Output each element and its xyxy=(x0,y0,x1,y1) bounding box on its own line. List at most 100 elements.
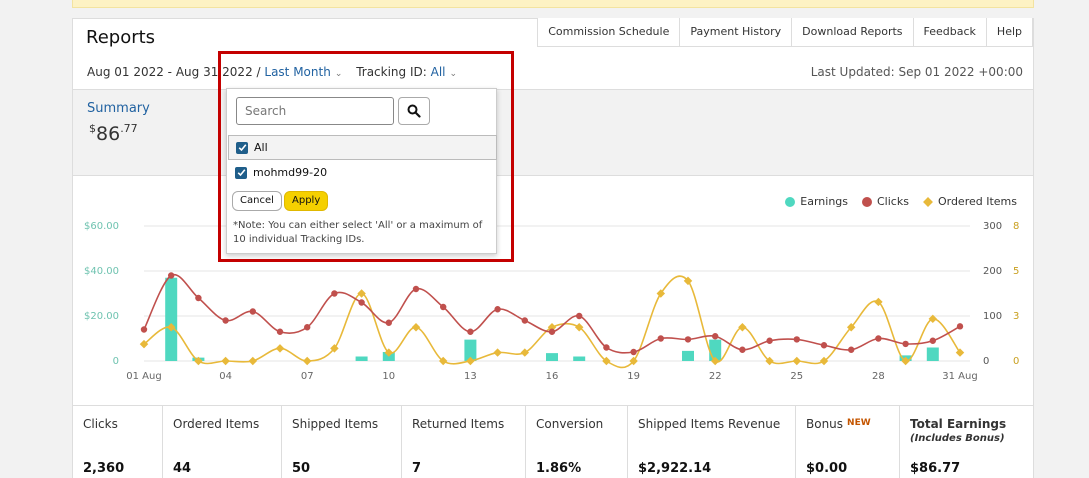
stat-shipped-items: Shipped Items 50 xyxy=(282,406,402,478)
y-tick-label-items: 5 xyxy=(1013,266,1019,277)
legend-clicks[interactable]: Clicks xyxy=(862,195,909,208)
x-tick-label: 28 xyxy=(872,371,885,382)
x-tick-label: 04 xyxy=(219,371,232,382)
y-tick-label-items: 0 xyxy=(1013,356,1019,367)
stats-row: Clicks 2,360 Ordered Items 44 Shipped Item… xyxy=(73,405,1033,478)
x-tick-label: 10 xyxy=(382,371,395,382)
stat-conversion: Conversion 1.86% xyxy=(526,406,628,478)
x-tick-label: 25 xyxy=(790,371,803,382)
clicks-point xyxy=(793,336,800,343)
clicks-point xyxy=(657,335,664,342)
earnings-bar xyxy=(926,347,939,361)
clicks-point xyxy=(929,337,936,344)
stat-label: Ordered Items xyxy=(173,417,260,431)
clicks-point xyxy=(412,285,420,293)
x-tick-label: 07 xyxy=(301,371,314,382)
clicks-point xyxy=(603,344,610,351)
stat-value: $0.00 xyxy=(806,461,848,476)
clicks-point xyxy=(358,299,365,306)
stat-label: Shipped Items xyxy=(292,417,379,431)
earnings-dot-icon xyxy=(785,196,796,207)
stat-returned-items: Returned Items 7 xyxy=(402,406,526,478)
clicks-point xyxy=(576,312,583,320)
clicks-point xyxy=(140,326,148,333)
notice-banner xyxy=(72,0,1034,8)
summary-amount: $86.77 xyxy=(89,122,138,145)
clicks-point xyxy=(956,323,964,330)
page-title: Reports xyxy=(86,27,156,48)
clicks-point xyxy=(385,319,392,326)
legend-earnings[interactable]: Earnings xyxy=(785,195,848,208)
ordered-items-point xyxy=(221,356,230,366)
clicks-point xyxy=(249,308,256,315)
stat-value: $2,922.14 xyxy=(638,461,712,476)
clicks-point xyxy=(440,303,447,311)
stat-total-earnings: Total Earnings (Includes Bonus) $86.77 xyxy=(900,406,1033,478)
x-tick-label: 13 xyxy=(464,371,477,382)
summary-link[interactable]: Summary xyxy=(87,101,150,116)
stat-label: Returned Items xyxy=(412,417,505,431)
summary-currency: $ xyxy=(89,122,96,135)
y-tick-label-earnings: $20.00 xyxy=(84,311,119,322)
legend-ordered-items[interactable]: Ordered Items xyxy=(923,195,1017,208)
clicks-point xyxy=(739,346,746,353)
stat-label: Clicks xyxy=(83,417,118,431)
stat-sub: (Includes Bonus) xyxy=(910,433,1005,444)
stat-shipped-revenue: Shipped Items Revenue $2,922.14 xyxy=(628,406,796,478)
summary-strip: Summary $86.77 xyxy=(73,89,1033,176)
chart-legend: Earnings Clicks Ordered Items xyxy=(785,195,1017,208)
tab-download-reports[interactable]: Download Reports xyxy=(791,18,914,47)
reports-panel: Reports Commission Schedule Payment Hist… xyxy=(72,18,1034,478)
summary-whole: 86 xyxy=(96,123,121,145)
y-tick-label-earnings: $40.00 xyxy=(84,266,119,277)
clicks-point xyxy=(548,328,556,335)
earnings-bar xyxy=(573,356,586,361)
tab-feedback[interactable]: Feedback xyxy=(912,18,987,47)
clicks-point xyxy=(467,328,474,335)
ordered-items-point xyxy=(248,356,258,366)
clicks-point xyxy=(494,306,501,313)
clicks-point xyxy=(521,317,528,324)
y-tick-label-items: 3 xyxy=(1013,311,1019,322)
y-tick-label-clicks: 100 xyxy=(983,311,1002,322)
ordered-items-point xyxy=(520,348,530,357)
clicks-point xyxy=(766,337,773,344)
tab-commission-schedule[interactable]: Commission Schedule xyxy=(537,18,681,47)
clicks-point xyxy=(276,328,284,335)
clicks-point xyxy=(875,335,882,342)
ordered-items-point xyxy=(411,323,421,332)
report-tabs: Commission Schedule Payment History Down… xyxy=(537,18,1033,47)
clicks-point xyxy=(630,348,637,356)
x-tick-label: 16 xyxy=(546,371,559,382)
stat-value: 44 xyxy=(173,461,192,476)
stat-value: $86.77 xyxy=(910,461,961,476)
ordered-items-point xyxy=(792,356,802,366)
y-tick-label-clicks: 0 xyxy=(983,356,989,367)
ordered-items-point xyxy=(493,348,502,357)
stat-label: Total Earnings xyxy=(910,417,1007,431)
clicks-point xyxy=(331,290,338,297)
legend-label: Ordered Items xyxy=(937,195,1017,208)
x-tick-label: 31 Aug xyxy=(942,371,977,382)
clicks-point xyxy=(820,342,828,349)
stat-label: Bonus NEW xyxy=(806,417,889,431)
new-badge: NEW xyxy=(847,418,871,428)
tab-payment-history[interactable]: Payment History xyxy=(679,18,793,47)
y-tick-label-clicks: 200 xyxy=(983,266,1002,277)
ordered-items-dot-icon xyxy=(923,196,933,207)
ordered-items-point xyxy=(955,348,965,357)
earnings-bar xyxy=(546,353,558,361)
highlight-box xyxy=(218,51,514,262)
clicks-point xyxy=(684,336,692,343)
earnings-bar xyxy=(682,350,694,361)
clicks-line xyxy=(143,273,961,354)
stat-bonus: Bonus NEW $0.00 xyxy=(796,406,900,478)
tab-help[interactable]: Help xyxy=(985,18,1033,47)
stat-label: Conversion xyxy=(536,417,604,431)
summary-fraction: .77 xyxy=(120,122,138,135)
clicks-point xyxy=(222,317,229,324)
stat-value: 2,360 xyxy=(83,461,125,476)
earnings-chart: $60.00 300 8$40.00 200 5$20.00 100 30 0 001 Aug 0… xyxy=(84,221,1019,382)
clicks-point xyxy=(304,324,311,331)
x-tick-label: 22 xyxy=(709,371,722,382)
